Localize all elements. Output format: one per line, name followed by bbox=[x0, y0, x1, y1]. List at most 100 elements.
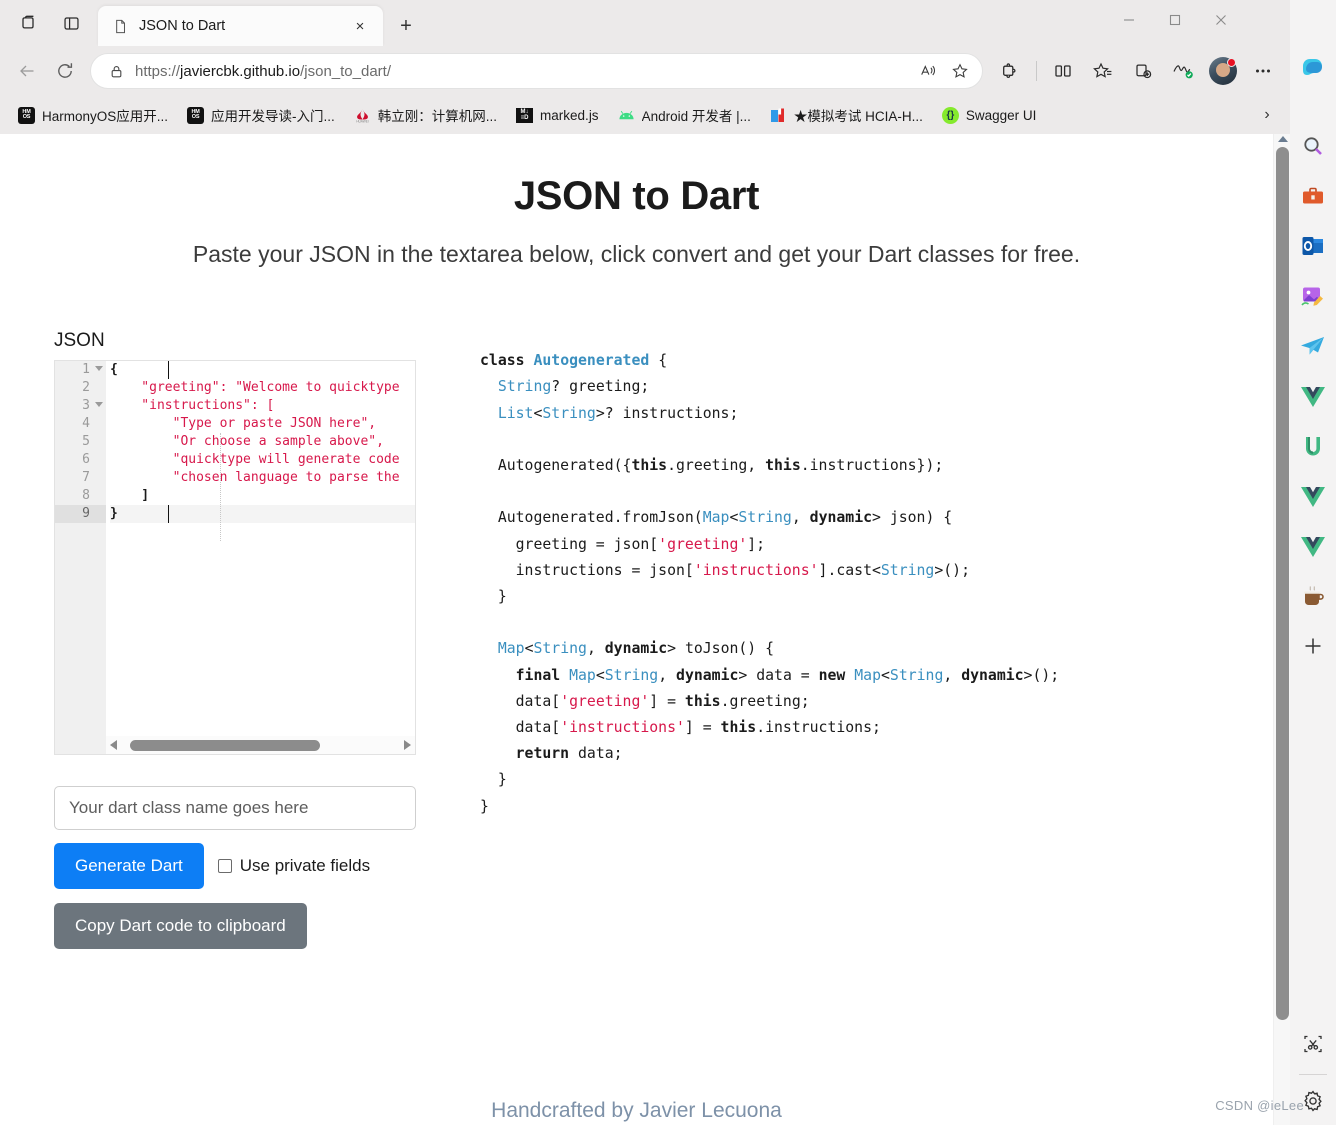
page-scrollbar-thumb[interactable] bbox=[1276, 147, 1289, 1020]
hmos-icon: HM OS bbox=[18, 106, 35, 124]
content-columns: JSON 1 2 3 4 5 6 7 8 9 {"greeting": "We… bbox=[0, 330, 1273, 949]
page-scrollbar[interactable] bbox=[1273, 134, 1290, 1125]
sidebar-item-outlook[interactable] bbox=[1297, 230, 1329, 262]
json-editor[interactable]: 1 2 3 4 5 6 7 8 9 { "greeting": "Welcome… bbox=[54, 360, 416, 755]
class-name-input[interactable] bbox=[54, 786, 416, 830]
copilot-icon[interactable] bbox=[1297, 52, 1329, 84]
bookmark-item[interactable]: HM OS HarmonyOS应用开... bbox=[10, 100, 176, 130]
screenshot-scissors-icon[interactable] bbox=[1297, 1028, 1329, 1060]
favorites-icon[interactable] bbox=[1084, 53, 1122, 89]
page-content: JSON to Dart Paste your JSON in the text… bbox=[0, 134, 1273, 1125]
generate-dart-button[interactable]: Generate Dart bbox=[54, 843, 204, 889]
bookmark-label: ★模拟考试 HCIA-H... bbox=[793, 109, 923, 124]
url-text: https://javiercbk.github.io/json_to_dart… bbox=[135, 62, 392, 80]
bookmark-label: 应用开发导读-入门... bbox=[211, 109, 335, 124]
code-line: "quicktype will generate code bbox=[110, 452, 400, 467]
bookmark-item[interactable]: ★模拟考试 HCIA-H... bbox=[762, 100, 931, 130]
gutter-line[interactable]: 7 bbox=[55, 469, 106, 487]
profile-avatar[interactable] bbox=[1204, 53, 1242, 89]
back-icon[interactable] bbox=[8, 53, 46, 89]
gutter-line[interactable]: 3 bbox=[55, 397, 106, 415]
notification-dot bbox=[1227, 58, 1236, 67]
scroll-up-arrow-icon[interactable] bbox=[1278, 136, 1288, 142]
marked-icon: M↓ ≡D bbox=[516, 107, 534, 124]
gutter-line[interactable]: 2 bbox=[55, 379, 106, 397]
scroll-right-arrow-icon[interactable] bbox=[399, 739, 415, 751]
sidebar-item-vue[interactable] bbox=[1297, 380, 1329, 412]
code-line: "greeting": "Welcome to quicktype bbox=[110, 380, 400, 395]
use-private-fields-checkbox[interactable]: Use private fields bbox=[217, 856, 370, 876]
navigation-bar: https://javiercbk.github.io/json_to_dart… bbox=[0, 46, 1290, 96]
bookmark-item[interactable]: M↓ ≡D marked.js bbox=[508, 102, 607, 129]
sidebar-add-button[interactable] bbox=[1297, 630, 1329, 662]
page-subtitle: Paste your JSON in the textarea below, c… bbox=[192, 241, 1081, 267]
bookmark-item[interactable]: Android 开发者 |... bbox=[610, 100, 759, 130]
gutter-line[interactable]: 1 bbox=[55, 361, 106, 379]
bookmark-label: Android 开发者 |... bbox=[641, 109, 751, 124]
left-column: JSON 1 2 3 4 5 6 7 8 9 {"greeting": "We… bbox=[54, 330, 434, 949]
sidebar-item-tools[interactable] bbox=[1297, 180, 1329, 212]
gutter-line[interactable]: 8 bbox=[55, 487, 106, 505]
toolbar-divider bbox=[1036, 61, 1037, 81]
maximize-icon[interactable] bbox=[1152, 0, 1198, 40]
bookmark-item[interactable]: HUAWEI 韩立刚：计算机网... bbox=[346, 100, 505, 130]
address-bar[interactable]: https://javiercbk.github.io/json_to_dart… bbox=[90, 53, 983, 89]
sidebar-item-coffee[interactable] bbox=[1297, 580, 1329, 612]
bookmarks-overflow-icon[interactable]: › bbox=[1254, 101, 1280, 129]
scrollbar-thumb[interactable] bbox=[130, 740, 320, 751]
code-line: "Type or paste JSON here", bbox=[110, 416, 377, 431]
minimize-icon[interactable] bbox=[1106, 0, 1152, 40]
bookmark-item[interactable]: {} Swagger UI bbox=[934, 102, 1045, 129]
bookmark-label: 韩立刚：计算机网... bbox=[377, 109, 498, 124]
checkbox-box[interactable] bbox=[217, 859, 232, 873]
right-column: class Autogenerated { String? greeting; … bbox=[434, 330, 1219, 949]
sidebar-item-vue[interactable] bbox=[1297, 530, 1329, 562]
close-window-icon[interactable] bbox=[1198, 0, 1244, 40]
extensions-icon[interactable] bbox=[991, 53, 1029, 89]
sidebar-item-vue[interactable] bbox=[1297, 480, 1329, 512]
sidebar-item-u[interactable] bbox=[1297, 430, 1329, 462]
close-icon[interactable]: × bbox=[347, 13, 373, 39]
text-caret bbox=[168, 505, 169, 523]
editor-horizontal-scrollbar[interactable] bbox=[106, 736, 415, 754]
star-icon[interactable] bbox=[944, 56, 976, 86]
gutter-line[interactable]: 5 bbox=[55, 433, 106, 451]
collections-icon[interactable] bbox=[1124, 53, 1162, 89]
browser-tab[interactable]: JSON to Dart × bbox=[98, 6, 383, 46]
scrollbar-track[interactable] bbox=[122, 739, 399, 751]
svg-text:HUAWEI: HUAWEI bbox=[356, 119, 369, 123]
sidebar-item-search[interactable] bbox=[1297, 130, 1329, 162]
editor-code-area[interactable]: { "greeting": "Welcome to quicktype "ins… bbox=[106, 361, 415, 754]
tab-title: JSON to Dart bbox=[139, 18, 226, 34]
edge-sidebar bbox=[1290, 0, 1336, 1125]
gutter-line-active[interactable]: 9 bbox=[55, 505, 106, 523]
reload-icon[interactable] bbox=[46, 53, 84, 89]
split-screen-icon[interactable] bbox=[1044, 53, 1082, 89]
tab-actions-icon[interactable] bbox=[8, 3, 50, 43]
browser-essentials-icon[interactable] bbox=[1164, 53, 1202, 89]
fold-toggle-icon[interactable] bbox=[95, 402, 103, 407]
browser-toolbar-icons bbox=[991, 53, 1282, 89]
split-pane-icon[interactable] bbox=[50, 3, 92, 43]
page-footer: Handcrafted by Javier Lecuona bbox=[491, 1099, 782, 1122]
bookmark-item[interactable]: HM OS 应用开发导读-入门... bbox=[179, 100, 343, 130]
fold-toggle-icon[interactable] bbox=[95, 366, 103, 371]
new-tab-button[interactable]: + bbox=[389, 9, 423, 43]
code-line: "Or choose a sample above", bbox=[110, 434, 384, 449]
gutter-line[interactable]: 4 bbox=[55, 415, 106, 433]
bookmark-label: marked.js bbox=[540, 107, 599, 123]
sidebar-item-telegram[interactable] bbox=[1297, 330, 1329, 362]
code-line-active: } bbox=[110, 505, 415, 523]
page-title: JSON to Dart bbox=[513, 174, 760, 218]
sidebar-item-image-editor[interactable] bbox=[1297, 280, 1329, 312]
scroll-left-arrow-icon[interactable] bbox=[106, 739, 122, 751]
indent-guide bbox=[220, 433, 221, 541]
gutter-line[interactable]: 6 bbox=[55, 451, 106, 469]
copy-dart-code-button[interactable]: Copy Dart code to clipboard bbox=[54, 903, 307, 949]
read-aloud-icon[interactable] bbox=[912, 56, 944, 86]
hmos-icon: HM OS bbox=[187, 106, 205, 124]
sidebar-divider bbox=[1299, 1074, 1327, 1075]
document-icon bbox=[112, 18, 129, 35]
json-label: JSON bbox=[54, 330, 105, 351]
settings-more-icon[interactable] bbox=[1244, 53, 1282, 89]
